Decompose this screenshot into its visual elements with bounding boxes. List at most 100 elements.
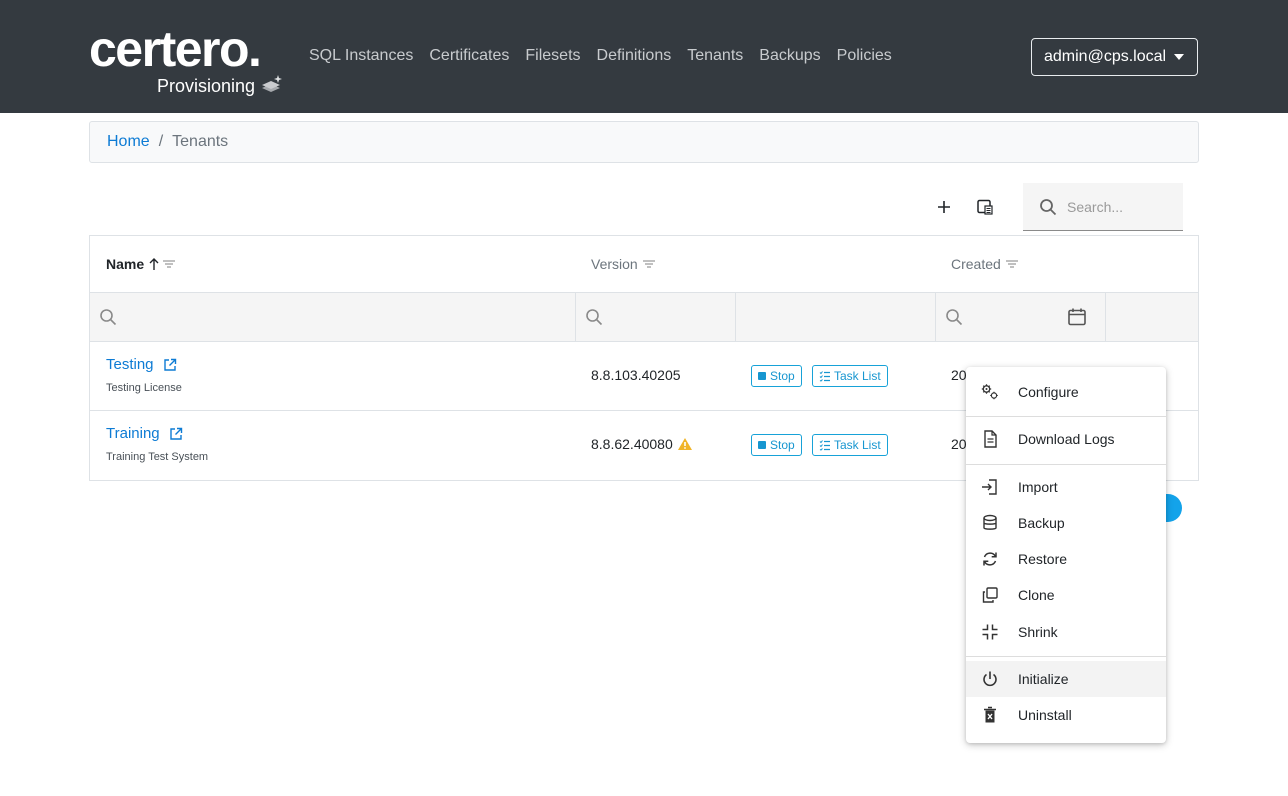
plus-icon — [938, 201, 950, 213]
menu-item-initialize[interactable]: Initialize — [966, 661, 1166, 697]
column-header-created[interactable]: Created — [951, 236, 1019, 292]
menu-label: Download Logs — [1018, 431, 1115, 447]
task-list-icon — [819, 371, 830, 382]
stop-button[interactable]: Stop — [751, 434, 802, 456]
menu-divider — [966, 464, 1166, 465]
tenant-name-link[interactable]: Training — [106, 425, 183, 442]
version-value: 8.8.103.40205 — [591, 367, 681, 383]
brand-logo[interactable]: certero. Provisioning — [89, 24, 289, 100]
breadcrumb-home[interactable]: Home — [107, 133, 150, 151]
name-filter-cell[interactable] — [90, 293, 576, 341]
task-list-icon — [819, 440, 830, 451]
task-list-label: Task List — [834, 438, 881, 452]
column-header-version[interactable]: Version — [591, 236, 656, 292]
filter-icon[interactable] — [642, 258, 656, 270]
tenant-name: Testing — [106, 356, 154, 373]
menu-item-restore[interactable]: Restore — [966, 541, 1166, 577]
menu-label: Clone — [1018, 587, 1055, 603]
filter-row — [90, 293, 1198, 342]
menu-label: Restore — [1018, 551, 1068, 567]
menu-label: Backup — [1018, 515, 1065, 531]
column-version-label: Version — [591, 256, 638, 272]
user-label: admin@cps.local — [1044, 48, 1167, 65]
document-icon — [984, 430, 997, 448]
actions-filter-cell — [736, 293, 936, 341]
tenant-context-menu: Configure Download Logs Import Backup Re… — [966, 367, 1166, 743]
menu-item-import[interactable]: Import — [966, 469, 1166, 505]
trash-icon — [984, 706, 996, 723]
column-chooser-icon — [977, 199, 993, 215]
add-button[interactable] — [930, 193, 958, 221]
breadcrumb-separator: / — [158, 133, 164, 150]
calendar-icon[interactable] — [1067, 307, 1087, 327]
column-chooser-button[interactable] — [971, 193, 999, 221]
nav-certificates[interactable]: Certificates — [429, 46, 509, 66]
tenant-version: 8.8.103.40205 — [591, 367, 681, 383]
menu-label: Uninstall — [1018, 707, 1072, 723]
user-menu-button[interactable]: admin@cps.local — [1031, 38, 1198, 76]
nav-filesets[interactable]: Filesets — [525, 46, 580, 66]
top-navbar: certero. Provisioning SQL Instances Cert… — [0, 0, 1288, 113]
external-link-icon[interactable] — [169, 427, 183, 441]
column-created-label: Created — [951, 256, 1001, 272]
nav-policies[interactable]: Policies — [837, 46, 892, 66]
tenant-description: Testing License — [106, 382, 182, 394]
import-icon — [982, 479, 997, 495]
external-link-icon[interactable] — [163, 358, 177, 372]
column-name-label: Name — [106, 256, 145, 272]
search-icon — [586, 309, 603, 326]
search-box — [1023, 183, 1183, 231]
menu-item-shrink[interactable]: Shrink — [966, 614, 1166, 650]
breadcrumb-current: Tenants — [172, 133, 229, 150]
version-filter-cell[interactable] — [576, 293, 736, 341]
extra-filter-cell — [1106, 293, 1198, 341]
compress-icon — [982, 624, 998, 640]
search-icon — [946, 309, 963, 326]
tenant-version: 8.8.62.40080 — [591, 436, 693, 452]
created-filter-cell[interactable] — [936, 293, 1106, 341]
layers-icon — [262, 75, 282, 92]
stop-label: Stop — [770, 369, 795, 383]
tenant-created: 20 — [951, 367, 967, 383]
menu-item-backup[interactable]: Backup — [966, 505, 1166, 541]
nav-definitions[interactable]: Definitions — [597, 46, 672, 66]
nav-backups[interactable]: Backups — [759, 46, 820, 66]
tenant-created: 20 — [951, 436, 967, 452]
menu-item-configure[interactable]: Configure — [966, 374, 1166, 410]
tenant-description: Training Test System — [106, 451, 209, 463]
brand-name: certero. — [89, 21, 262, 77]
task-list-button[interactable]: Task List — [812, 365, 888, 387]
task-list-label: Task List — [834, 369, 881, 383]
grid-header: Name Version Created — [90, 236, 1198, 293]
nav-sql-instances[interactable]: SQL Instances — [309, 46, 413, 66]
tenant-name: Training — [106, 425, 160, 442]
database-icon — [983, 514, 997, 530]
task-list-button[interactable]: Task List — [812, 434, 888, 456]
filter-icon[interactable] — [162, 258, 176, 270]
gears-icon — [981, 384, 998, 400]
menu-label: Initialize — [1018, 671, 1069, 687]
stop-icon — [758, 441, 766, 449]
menu-item-uninstall[interactable]: Uninstall — [966, 697, 1166, 733]
stop-button[interactable]: Stop — [751, 365, 802, 387]
menu-divider — [966, 656, 1166, 657]
breadcrumb: Home / Tenants — [89, 121, 1199, 163]
main-nav: SQL Instances Certificates Filesets Defi… — [309, 46, 908, 66]
stop-label: Stop — [770, 438, 795, 452]
search-input[interactable] — [1067, 198, 1177, 215]
menu-label: Import — [1018, 479, 1058, 495]
sort-ascending-icon — [149, 258, 159, 270]
warning-icon — [677, 438, 692, 450]
filter-icon[interactable] — [1005, 258, 1019, 270]
copy-icon — [982, 587, 998, 603]
tenant-name-link[interactable]: Testing — [106, 356, 177, 373]
nav-tenants[interactable]: Tenants — [687, 46, 743, 66]
menu-label: Shrink — [1018, 624, 1058, 640]
search-icon — [1040, 198, 1057, 215]
menu-item-clone[interactable]: Clone — [966, 577, 1166, 613]
refresh-icon — [983, 552, 997, 566]
menu-label: Configure — [1018, 384, 1079, 400]
column-header-name[interactable]: Name — [106, 236, 176, 292]
caret-down-icon — [1174, 54, 1185, 60]
menu-item-download-logs[interactable]: Download Logs — [966, 421, 1166, 457]
